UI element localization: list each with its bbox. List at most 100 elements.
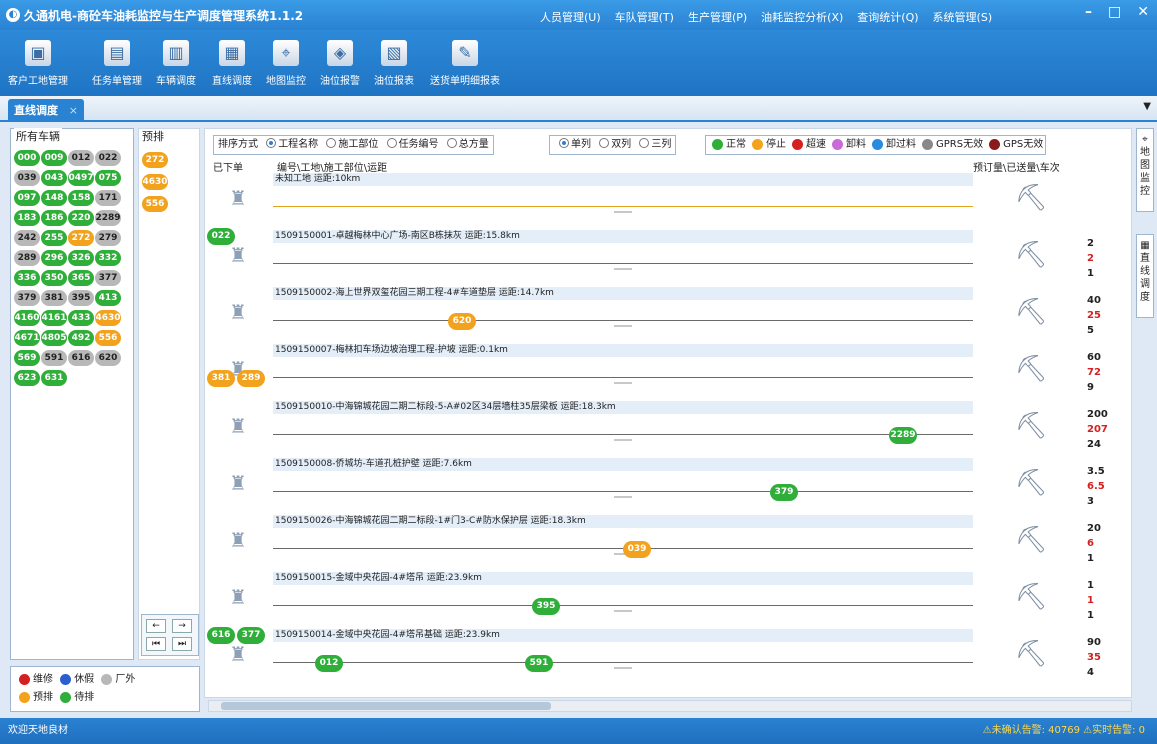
side-tab-line-dispatch[interactable]: ▦ 直线调度 — [1136, 234, 1154, 318]
vehicle-chip[interactable]: 097 — [14, 190, 40, 206]
truck-on-route[interactable]: 395 — [532, 598, 560, 615]
sort-project-radio[interactable] — [266, 138, 277, 148]
vehicle-chip[interactable]: 620 — [95, 350, 121, 366]
vehicle-chip[interactable]: 492 — [68, 330, 94, 346]
vehicle-chip[interactable]: 000 — [14, 150, 40, 166]
site-row-label[interactable]: 1509150015-金域中央花园-4#塔吊 运距:23.9km — [273, 572, 973, 585]
menu-production[interactable]: 生产管理(P) — [688, 9, 747, 25]
maximize-button[interactable]: □ — [1108, 4, 1121, 20]
toolbar-fuel-alarm[interactable]: ◈ 油位报警 — [320, 40, 360, 87]
prescheduled-vehicle-chip[interactable]: 556 — [142, 196, 168, 212]
vehicle-chip[interactable]: 186 — [41, 210, 67, 226]
vehicle-chip[interactable]: 4160 — [14, 310, 40, 326]
toolbar-fuel-report[interactable]: ▧ 油位报表 — [374, 40, 414, 87]
vehicle-chip[interactable]: 2289 — [95, 210, 121, 226]
toolbar-customer-site[interactable]: ▣ 客户工地管理 — [8, 40, 68, 87]
site-row-label[interactable]: 1509150026-中海锦城花园二期二标段-1#门3-C#防水保护层 运距:1… — [273, 515, 973, 528]
move-right-button[interactable]: → — [172, 619, 192, 633]
vehicle-chip[interactable]: 255 — [41, 230, 67, 246]
vehicle-chip[interactable]: 043 — [41, 170, 67, 186]
toolbar-task-order[interactable]: ▤ 任务单管理 — [92, 40, 142, 87]
prescheduled-vehicle-chip[interactable]: 272 — [142, 152, 168, 168]
vehicle-chip[interactable]: 569 — [14, 350, 40, 366]
move-left-button[interactable]: ← — [146, 619, 166, 633]
site-row-label[interactable]: 1509150002-海上世界双玺花园三期工程-4#车道垫层 运距:14.7km — [273, 287, 973, 300]
triple-column-radio[interactable] — [639, 138, 650, 148]
sort-part-radio[interactable] — [326, 138, 337, 148]
scroll-thumb[interactable] — [221, 702, 551, 710]
vehicle-chip[interactable]: 289 — [14, 250, 40, 266]
vehicle-chip[interactable]: 556 — [95, 330, 121, 346]
move-last-button[interactable]: ⏭ — [172, 637, 192, 651]
vehicle-chip[interactable]: 591 — [41, 350, 67, 366]
vehicle-chip[interactable]: 279 — [95, 230, 121, 246]
vehicle-chip[interactable]: 183 — [14, 210, 40, 226]
vehicle-chip[interactable]: 377 — [95, 270, 121, 286]
close-button[interactable]: ✕ — [1137, 4, 1149, 20]
vehicle-chip[interactable]: 4671 — [14, 330, 40, 346]
vehicle-chip[interactable]: 220 — [68, 210, 94, 226]
toolbar-line-dispatch[interactable]: ▦ 直线调度 — [212, 40, 252, 87]
menu-fleet[interactable]: 车队管理(T) — [615, 9, 674, 25]
truck-on-route[interactable]: 039 — [623, 541, 651, 558]
toolbar-delivery-report[interactable]: ✎ 送货单明细报表 — [430, 40, 500, 87]
vehicle-chip[interactable]: 332 — [95, 250, 121, 266]
truck-at-plant[interactable]: 022 — [207, 228, 235, 245]
vehicle-chip[interactable]: 012 — [68, 150, 94, 166]
menu-fuel-analysis[interactable]: 油耗监控分析(X) — [761, 9, 843, 25]
sort-task-radio[interactable] — [386, 138, 397, 148]
truck-on-route[interactable]: 379 — [770, 484, 798, 501]
truck-at-plant[interactable]: 616 — [207, 627, 235, 644]
truck-on-route[interactable]: 620 — [448, 313, 476, 330]
move-first-button[interactable]: ⏮ — [146, 637, 166, 651]
vehicle-chip[interactable]: 433 — [68, 310, 94, 326]
vehicle-chip[interactable]: 350 — [41, 270, 67, 286]
truck-on-route[interactable]: 591 — [525, 655, 553, 672]
truck-on-route[interactable]: 2289 — [889, 427, 917, 444]
vehicle-chip[interactable]: 0497 — [68, 170, 94, 186]
site-row-label[interactable]: 未知工地 运距:10km — [273, 173, 973, 186]
tab-line-dispatch[interactable]: 直线调度 × — [8, 99, 84, 122]
toolbar-map-monitor[interactable]: ⌖ 地图监控 — [266, 40, 306, 87]
truck-on-route[interactable]: 012 — [315, 655, 343, 672]
vehicle-chip[interactable]: 631 — [41, 370, 67, 386]
prescheduled-vehicle-chip[interactable]: 4630 — [142, 174, 168, 190]
site-row-label[interactable]: 1509150007-梅林扣车场边坡治理工程-护坡 运距:0.1km — [273, 344, 973, 357]
vehicle-chip[interactable]: 4630 — [95, 310, 121, 326]
menu-personnel[interactable]: 人员管理(U) — [540, 9, 601, 25]
menu-query-stats[interactable]: 查询统计(Q) — [857, 9, 918, 25]
sort-volume-radio[interactable] — [446, 138, 457, 148]
horizontal-scrollbar[interactable] — [208, 700, 1132, 712]
vehicle-chip[interactable]: 4161 — [41, 310, 67, 326]
vehicle-chip[interactable]: 272 — [68, 230, 94, 246]
vehicle-chip[interactable]: 365 — [68, 270, 94, 286]
vehicle-chip[interactable]: 148 — [41, 190, 67, 206]
vehicle-chip[interactable]: 158 — [68, 190, 94, 206]
vehicle-chip[interactable]: 039 — [14, 170, 40, 186]
vehicle-chip[interactable]: 326 — [68, 250, 94, 266]
vehicle-chip[interactable]: 242 — [14, 230, 40, 246]
side-tab-map-monitor[interactable]: ⌖ 地图监控 — [1136, 128, 1154, 212]
vehicle-chip[interactable]: 413 — [95, 290, 121, 306]
vehicle-chip[interactable]: 381 — [41, 290, 67, 306]
truck-at-plant[interactable]: 377 — [237, 627, 265, 644]
truck-at-plant[interactable]: 289 — [237, 370, 265, 387]
vehicle-chip[interactable]: 623 — [14, 370, 40, 386]
site-row-label[interactable]: 1509150010-中海锦城花园二期二标段-5-A#02区34层墙柱35层梁板… — [273, 401, 973, 414]
vehicle-chip[interactable]: 616 — [68, 350, 94, 366]
vehicle-chip[interactable]: 009 — [41, 150, 67, 166]
vehicle-chip[interactable]: 379 — [14, 290, 40, 306]
site-row-label[interactable]: 1509150008-侨城坊-车道孔桩护壁 运距:7.6km — [273, 458, 973, 471]
double-column-radio[interactable] — [599, 138, 610, 148]
truck-at-plant[interactable]: 381 — [207, 370, 235, 387]
vehicle-chip[interactable]: 075 — [95, 170, 121, 186]
vehicle-chip[interactable]: 022 — [95, 150, 121, 166]
vehicle-chip[interactable]: 336 — [14, 270, 40, 286]
vehicle-chip[interactable]: 296 — [41, 250, 67, 266]
tab-dropdown-icon[interactable]: ▼ — [1143, 101, 1151, 112]
site-row-label[interactable]: 1509150001-卓越梅林中心广场-南区B栋抹灰 运距:15.8km — [273, 230, 973, 243]
menu-system[interactable]: 系统管理(S) — [933, 9, 993, 25]
vehicle-chip[interactable]: 395 — [68, 290, 94, 306]
site-row-label[interactable]: 1509150014-金域中央花园-4#塔吊基础 运距:23.9km — [273, 629, 973, 642]
vehicle-chip[interactable]: 4805 — [41, 330, 67, 346]
